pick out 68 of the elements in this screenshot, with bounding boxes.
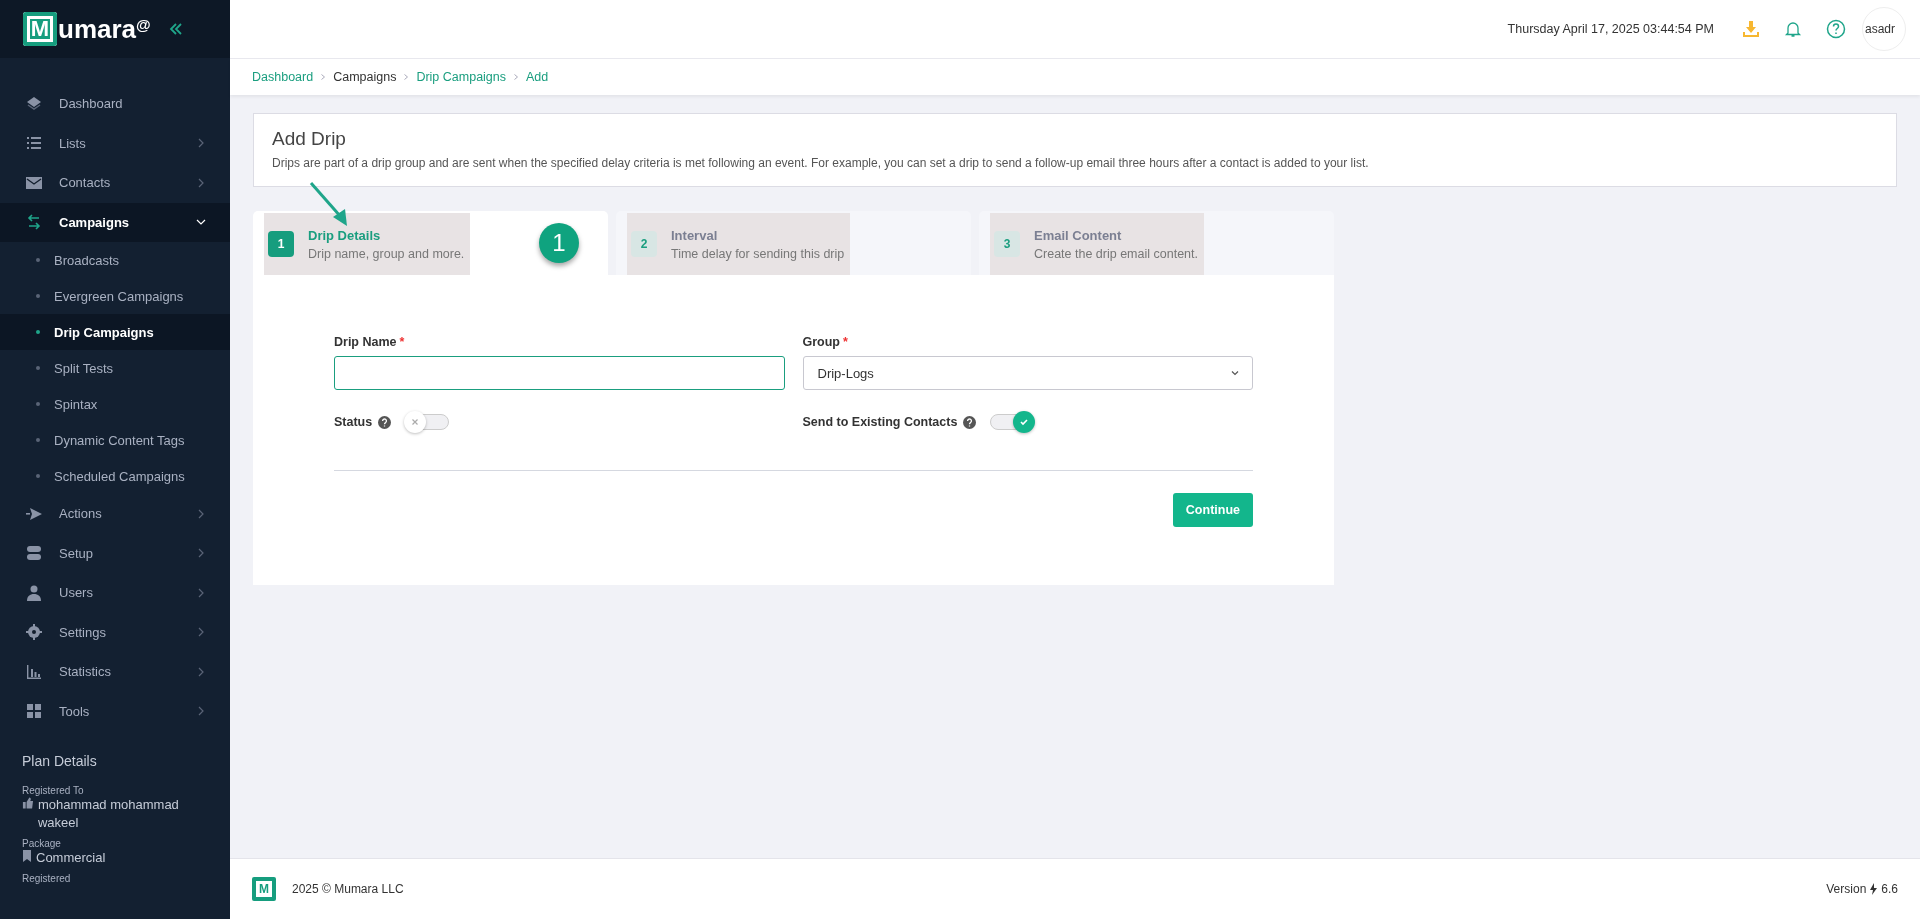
bolt-icon	[1870, 883, 1878, 895]
plan-label: Package	[22, 838, 62, 849]
chevron-down-icon	[1230, 368, 1240, 378]
nav-item[interactable]: Settings	[0, 612, 230, 652]
thumbs-up-icon	[22, 796, 34, 809]
date-time: Thursday April 17, 2025 03:44:54 PM	[1507, 22, 1714, 36]
wizard-step[interactable]: 2 Interval Time delay for sending this drip	[616, 211, 971, 275]
gear-icon	[25, 623, 43, 642]
nav-subitem[interactable]: Split Tests	[0, 350, 230, 386]
version-label: Version	[1826, 882, 1867, 896]
nav-item[interactable]: Lists	[0, 123, 230, 163]
nav-subitem[interactable]: Dynamic Content Tags	[0, 422, 230, 458]
plan-label: Registered To	[22, 785, 85, 796]
grid-icon	[25, 702, 43, 721]
help-icon	[963, 415, 977, 429]
collapse-icon[interactable]	[168, 22, 183, 36]
breadcrumb-separator-icon	[320, 74, 327, 80]
breadcrumb-link[interactable]: Dashboard	[252, 70, 314, 84]
nav-item[interactable]: Contacts	[0, 163, 230, 203]
nav-item[interactable]: Actions	[0, 494, 230, 534]
nav-subitem[interactable]: Spintax	[0, 386, 230, 422]
drip-name-field[interactable]	[334, 356, 785, 390]
group-select[interactable]: Drip-Logs	[802, 356, 1253, 390]
nav-item[interactable]: Setup	[0, 533, 230, 573]
status-toggle[interactable]	[405, 414, 450, 430]
nav-item[interactable]: Statistics	[0, 652, 230, 692]
plan-label: Registered	[22, 873, 72, 884]
breadcrumb-link[interactable]: Drip Campaigns	[416, 70, 506, 84]
nav-item[interactable]: Tools	[0, 691, 230, 731]
breadcrumb-item: Campaigns	[333, 70, 397, 84]
nav-subitem[interactable]: Drip Campaigns	[0, 314, 230, 350]
chart-icon	[25, 662, 43, 681]
breadcrumb-separator-icon	[513, 74, 519, 80]
notification-icon[interactable]	[1784, 20, 1802, 38]
nav-item[interactable]: Campaigns	[0, 202, 230, 242]
check-icon	[1019, 417, 1030, 427]
field-label: Group *	[802, 335, 849, 349]
wizard-step[interactable]: 3 Email Content Create the drip email content.	[979, 211, 1334, 275]
breadcrumb-separator-icon	[403, 74, 410, 80]
toggles-icon	[25, 544, 43, 563]
help-icon	[378, 415, 392, 429]
copyright: 2025 © Mumara LLC	[292, 882, 405, 896]
breadcrumb-link[interactable]: Add	[526, 70, 549, 84]
user-icon	[25, 583, 43, 602]
nav-item[interactable]: Dashboard	[0, 84, 230, 124]
plan-title: Plan Details	[22, 753, 98, 769]
help-icon[interactable]	[1826, 19, 1846, 39]
nav-item[interactable]: Users	[0, 573, 230, 613]
nav-subitem[interactable]: Evergreen Campaigns	[0, 278, 230, 314]
nav-subitem[interactable]: Scheduled Campaigns	[0, 458, 230, 494]
bookmark-icon	[22, 849, 32, 862]
field-label: Send to Existing Contacts	[802, 415, 958, 429]
swap-icon	[25, 213, 43, 232]
required-mark: *	[399, 335, 405, 349]
layers-icon	[25, 94, 43, 113]
send-existing-toggle[interactable]	[990, 414, 1035, 430]
nav-subitem[interactable]: Broadcasts	[0, 242, 230, 278]
page-description: Drips are part of a drip group and are sent when the specified delay criteria is met following an event. For example, you can set a drip to send a follow-up email three hours after a contact is added to your list.	[272, 156, 1370, 170]
page-title: Add Drip	[272, 128, 347, 150]
plan-value: mohammad mohammad wakeel	[37, 796, 180, 832]
cross-icon	[410, 417, 421, 427]
version-number: 6.6	[1881, 882, 1898, 896]
field-label: Status	[334, 415, 373, 429]
required-mark: *	[843, 335, 848, 349]
footer-logo: M	[252, 877, 276, 901]
download-icon[interactable]	[1742, 20, 1760, 38]
field-label: Drip Name *	[334, 335, 406, 349]
plan-value: Commercial	[36, 849, 106, 867]
